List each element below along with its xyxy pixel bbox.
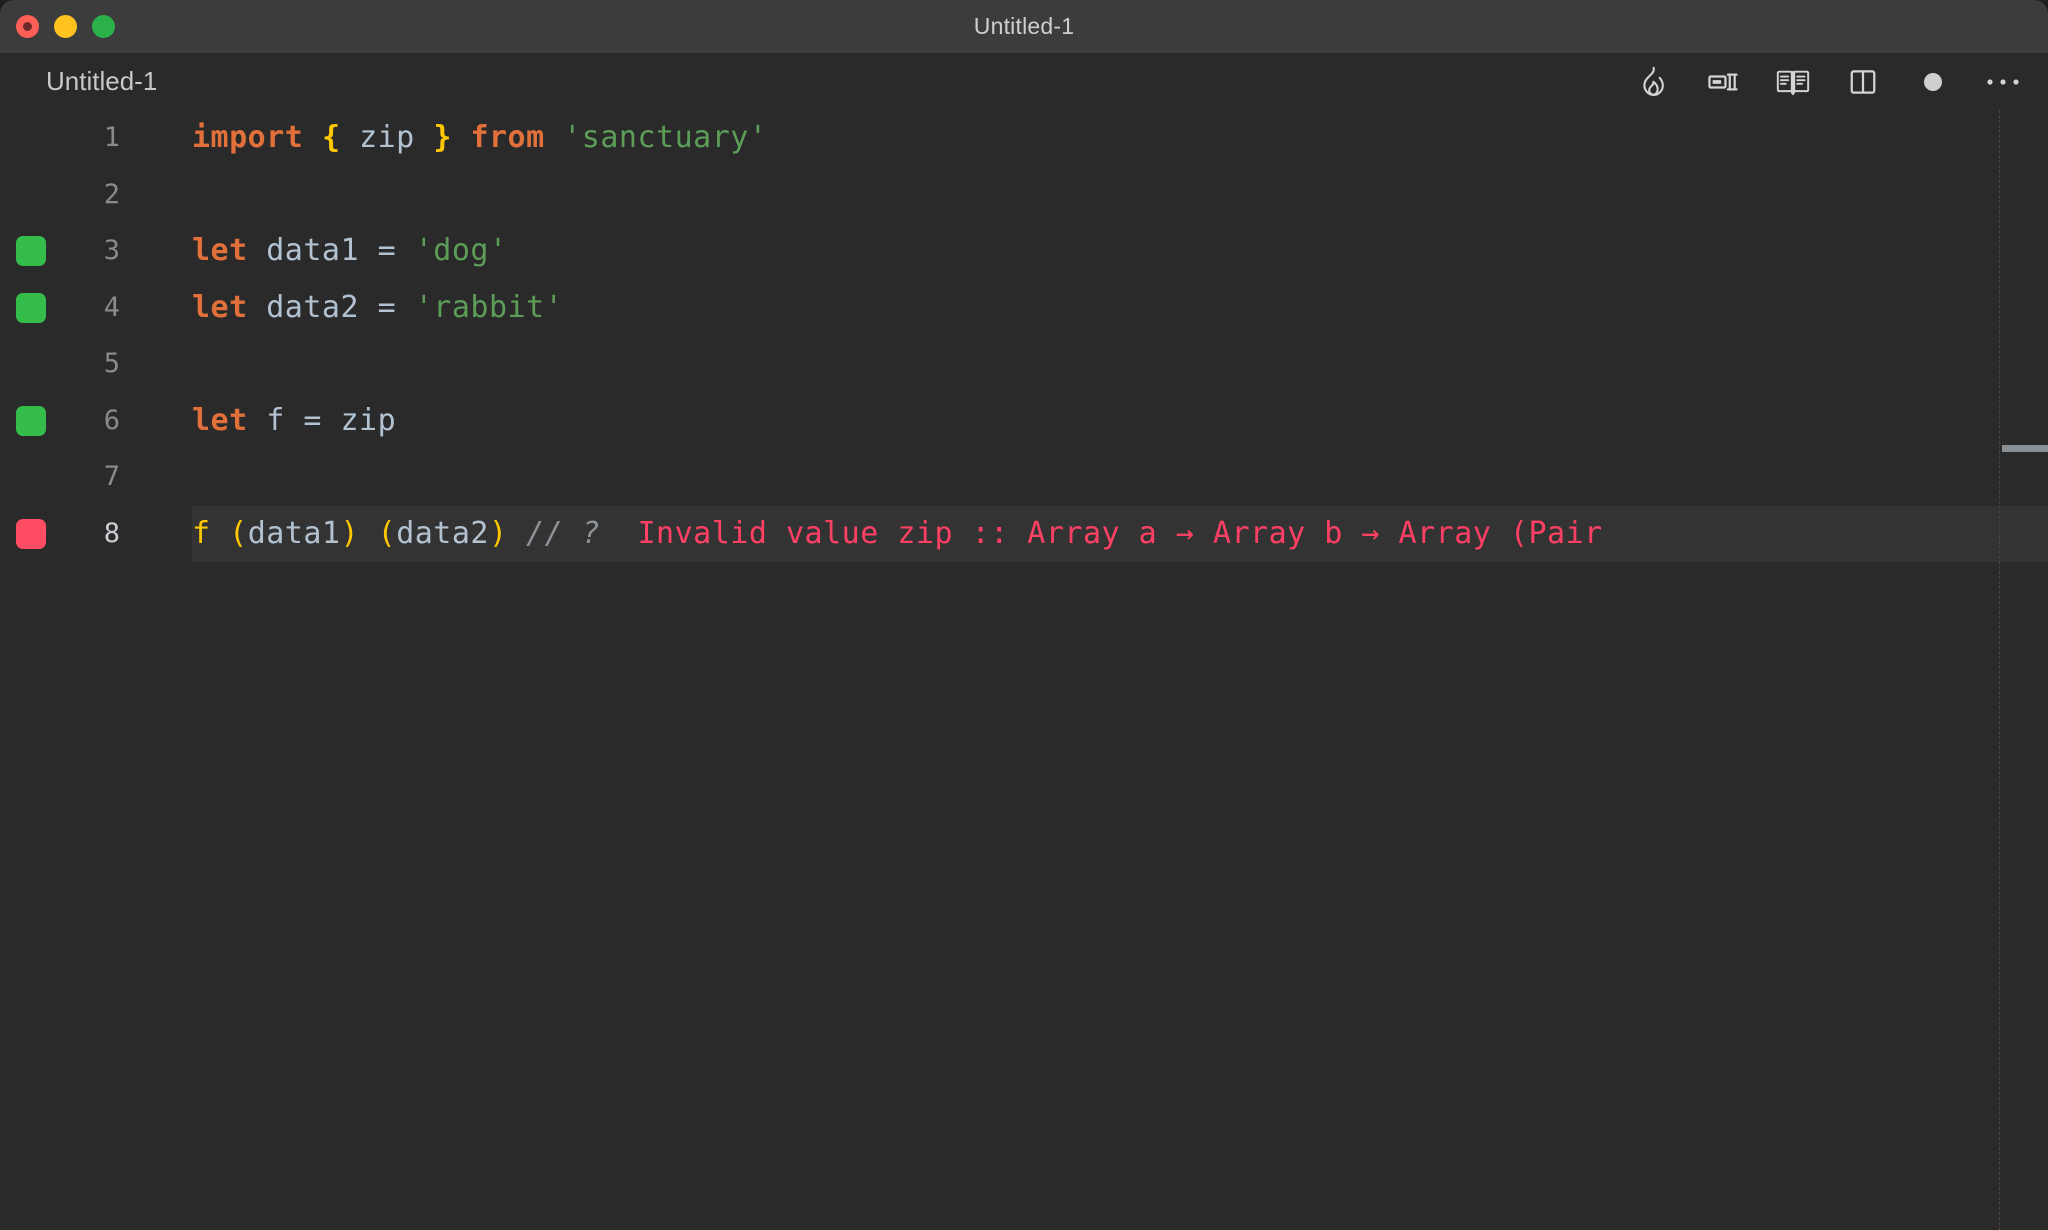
code-token: = <box>377 289 397 325</box>
code-token: ( <box>229 515 248 551</box>
gutter-status-error[interactable] <box>16 518 46 549</box>
line-content[interactable]: let data1 = 'dog' <box>192 223 508 280</box>
code-line[interactable]: 4 let data2 = 'rabbit' <box>0 280 2048 337</box>
editor-body[interactable]: 1 import { zip } from 'sanctuary' 2 3 let da… <box>0 110 2048 1230</box>
column-ruler <box>1999 110 2001 1230</box>
line-content[interactable]: let data2 = 'rabbit' <box>192 280 563 337</box>
line-content[interactable]: f (data1) (data2) // ? Invalid value zip… <box>192 506 1603 563</box>
line-number: 3 <box>103 235 120 266</box>
line-number: 6 <box>103 404 120 436</box>
line-number: 5 <box>103 348 120 379</box>
code-token: 'dog' <box>414 233 508 268</box>
window-titlebar: Untitled-1 <box>0 0 2048 53</box>
split-panel-icon[interactable] <box>1842 61 1884 103</box>
code-token: // ? <box>526 515 601 551</box>
code-token: let <box>192 233 248 268</box>
dot-icon[interactable] <box>1912 61 1954 103</box>
line-number: 2 <box>103 178 120 210</box>
code-line[interactable]: 2 <box>0 167 2048 224</box>
code-token: f <box>247 402 304 438</box>
code-token: from <box>470 120 545 155</box>
code-token: = <box>303 402 322 438</box>
open-book-icon[interactable] <box>1772 61 1814 103</box>
code-token: Invalid value zip :: Array a → Array b →… <box>600 515 1603 551</box>
code-token: ( <box>377 515 397 551</box>
code-token: = <box>377 233 397 268</box>
editor-header: Untitled-1 <box>0 53 2048 110</box>
code-token: data1 <box>247 233 378 268</box>
code-token: 'rabbit' <box>414 289 564 325</box>
code-line[interactable]: 3 let data1 = 'dog' <box>0 223 2048 280</box>
scrollbar-thumb[interactable] <box>2002 445 2048 452</box>
split-editor-right-icon[interactable] <box>1702 61 1744 103</box>
code-token: let <box>192 289 248 325</box>
line-number: 8 <box>103 517 120 549</box>
code-token: data2 <box>396 515 489 551</box>
gutter-status-ok[interactable] <box>16 236 46 266</box>
code-token: ) <box>489 515 508 551</box>
line-content[interactable]: let f = zip <box>192 393 396 450</box>
flame-icon[interactable] <box>1632 61 1674 103</box>
vertical-scrollbar[interactable] <box>2002 110 2048 1230</box>
code-line[interactable]: 1 import { zip } from 'sanctuary' <box>0 110 2048 167</box>
editor-window: Untitled-1 Untitled-1 1 import {zip} f… <box>0 0 2048 1230</box>
code-token: zip <box>321 402 397 438</box>
line-number: 1 <box>103 122 120 153</box>
code-token: f <box>192 515 211 551</box>
code-token: import <box>192 120 304 155</box>
code-line[interactable]: 5 <box>0 336 2048 393</box>
code-token: 'sanctuary' <box>563 120 768 155</box>
line-number: 4 <box>103 291 120 323</box>
code-token: zip <box>359 120 415 155</box>
code-token: } <box>433 120 452 155</box>
code-lines[interactable]: 1 import { zip } from 'sanctuary' 2 3 let da… <box>0 110 2048 562</box>
line-content[interactable]: import { zip } from 'sanctuary' <box>192 110 767 167</box>
code-line[interactable]: 6 let f = zip <box>0 393 2048 450</box>
gutter-status-ok[interactable] <box>16 405 46 436</box>
code-token: let <box>192 402 248 438</box>
window-title: Untitled-1 <box>973 13 1075 39</box>
gutter-status-ok[interactable] <box>16 292 46 323</box>
code-token: ) <box>340 515 360 551</box>
editor-toolbar <box>1632 53 2024 110</box>
ellipsis-icon[interactable] <box>1982 61 2024 103</box>
code-token: { <box>321 120 341 155</box>
code-token: data2 <box>247 289 378 325</box>
editor-tab-label[interactable]: Untitled-1 <box>46 53 157 110</box>
code-line[interactable]: 7 <box>0 449 2048 506</box>
line-number: 7 <box>103 461 120 492</box>
code-token: data1 <box>247 515 341 551</box>
code-line[interactable]: 8f (data1) (data2) // ? Invalid value zi… <box>0 505 2048 563</box>
